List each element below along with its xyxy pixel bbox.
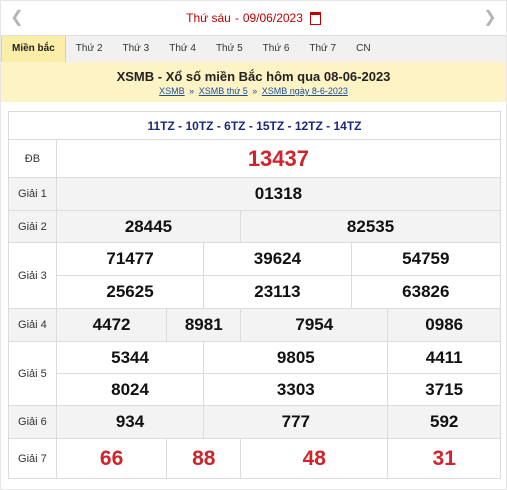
date-selector[interactable]: Thứ sáu - 09/06/2023 bbox=[186, 11, 321, 25]
calendar-icon[interactable] bbox=[309, 11, 321, 25]
prize-g7-number: 48 bbox=[240, 438, 389, 479]
tab-thu-6[interactable]: Thứ 6 bbox=[253, 36, 300, 62]
prize-g6-number: 777 bbox=[203, 405, 389, 439]
prize-g3-number: 71477 bbox=[55, 242, 205, 276]
tab-thu-5[interactable]: Thứ 5 bbox=[206, 36, 253, 62]
tab-thu-4[interactable]: Thứ 4 bbox=[159, 36, 206, 62]
prize-g3-number: 63826 bbox=[350, 275, 502, 309]
page-title: XSMB - Xổ số miền Bắc hôm qua 08-06-2023 bbox=[116, 69, 391, 84]
breadcrumb-xsmb-thu-5[interactable]: XSMB thứ 5 bbox=[199, 86, 248, 96]
region-day-tabs: Miền bắc Thứ 2 Thứ 3 Thứ 4 Thứ 5 Thứ 6 T… bbox=[1, 35, 506, 63]
breadcrumb: XSMB » XSMB thứ 5 » XSMB ngày 8-6-2023 bbox=[1, 86, 506, 96]
tab-mien-bac[interactable]: Miền bắc bbox=[1, 36, 66, 62]
prize-row-g3b: 25625 23113 63826 bbox=[9, 275, 502, 309]
results-widget: ❮ Thứ sáu - 09/06/2023 ❯ Miền bắc Thứ 2 … bbox=[0, 0, 507, 490]
prize-row-g1: Giải 1 01318 bbox=[8, 177, 502, 211]
date-separator: - bbox=[234, 11, 239, 25]
results-header: XSMB - Xổ số miền Bắc hôm qua 08-06-2023… bbox=[1, 62, 506, 102]
prize-label: Giải 7 bbox=[8, 438, 57, 479]
date-value: 09/06/2023 bbox=[242, 11, 303, 25]
prize-g5-number: 3715 bbox=[387, 373, 501, 406]
tab-thu-7[interactable]: Thứ 7 bbox=[299, 36, 346, 62]
prize-g5-number: 8024 bbox=[55, 373, 205, 406]
prize-g2-number: 28445 bbox=[55, 210, 242, 243]
prize-label: Giải 2 bbox=[8, 210, 57, 243]
prize-label: Giải 1 bbox=[8, 177, 57, 211]
prize-g5-number: 5344 bbox=[55, 341, 205, 374]
prize-g7-number: 66 bbox=[55, 438, 168, 479]
prize-row-g2: Giải 2 28445 82535 bbox=[8, 210, 501, 243]
tab-thu-2[interactable]: Thứ 2 bbox=[66, 36, 113, 62]
prize-g4-number: 8981 bbox=[166, 308, 242, 342]
prize-label: Giải 3 bbox=[8, 242, 57, 309]
prize-g1-number: 01318 bbox=[55, 177, 502, 211]
day-name: Thứ sáu bbox=[186, 11, 231, 25]
date-bar: ❮ Thứ sáu - 09/06/2023 ❯ bbox=[1, 1, 506, 35]
prize-g4-number: 7954 bbox=[240, 308, 389, 342]
prize-row-g5a: Giải 5 5344 9805 4411 bbox=[8, 341, 501, 406]
prize-g5-number: 3303 bbox=[203, 373, 389, 406]
tab-thu-3[interactable]: Thứ 3 bbox=[113, 36, 160, 62]
prize-g2-number: 82535 bbox=[240, 210, 501, 243]
prize-row-g7: Giải 7 66 88 48 31 bbox=[8, 438, 501, 479]
prize-row-g4: Giải 4 4472 8981 7954 0986 bbox=[8, 308, 501, 342]
prize-label: ĐB bbox=[8, 139, 57, 178]
prize-g6-number: 592 bbox=[387, 405, 501, 439]
prize-row-db: ĐB 13437 bbox=[8, 139, 502, 178]
breadcrumb-xsmb[interactable]: XSMB bbox=[159, 86, 185, 96]
prize-g5-number: 4411 bbox=[387, 341, 501, 374]
chevron-left-icon[interactable]: ❮ bbox=[7, 8, 27, 28]
prize-g4-number: 4472 bbox=[55, 308, 168, 342]
breadcrumb-xsmb-date[interactable]: XSMB ngày 8-6-2023 bbox=[262, 86, 348, 96]
prize-row-g5b: 8024 3303 3715 bbox=[9, 373, 501, 406]
results-table: 11TZ - 10TZ - 6TZ - 15TZ - 12TZ - 14TZ Đ… bbox=[8, 111, 502, 479]
prize-g7-number: 31 bbox=[387, 438, 501, 479]
special-codes: 11TZ - 10TZ - 6TZ - 15TZ - 12TZ - 14TZ bbox=[8, 111, 501, 140]
prize-g4-number: 0986 bbox=[387, 308, 501, 342]
breadcrumb-separator: » bbox=[189, 86, 195, 96]
breadcrumb-separator: » bbox=[252, 86, 258, 96]
prize-g7-number: 88 bbox=[166, 438, 242, 479]
chevron-right-icon[interactable]: ❯ bbox=[480, 8, 500, 28]
prize-g6-number: 934 bbox=[55, 405, 205, 439]
prize-label: Giải 4 bbox=[8, 308, 57, 342]
prize-row-g3a: Giải 3 71477 39624 54759 bbox=[8, 242, 502, 309]
prize-row-g6: Giải 6 934 777 592 bbox=[8, 405, 501, 439]
prize-g3-number: 23113 bbox=[203, 275, 352, 309]
prize-g5-number: 9805 bbox=[203, 341, 389, 374]
prize-g3-number: 54759 bbox=[350, 242, 502, 276]
prize-g3-number: 25625 bbox=[55, 275, 205, 309]
prize-g3-number: 39624 bbox=[203, 242, 352, 276]
prize-label: Giải 5 bbox=[8, 341, 57, 406]
codes-row: 11TZ - 10TZ - 6TZ - 15TZ - 12TZ - 14TZ bbox=[8, 111, 501, 140]
tab-cn[interactable]: CN bbox=[346, 36, 380, 62]
prize-db-number: 13437 bbox=[55, 139, 502, 178]
prize-label: Giải 6 bbox=[8, 405, 57, 439]
